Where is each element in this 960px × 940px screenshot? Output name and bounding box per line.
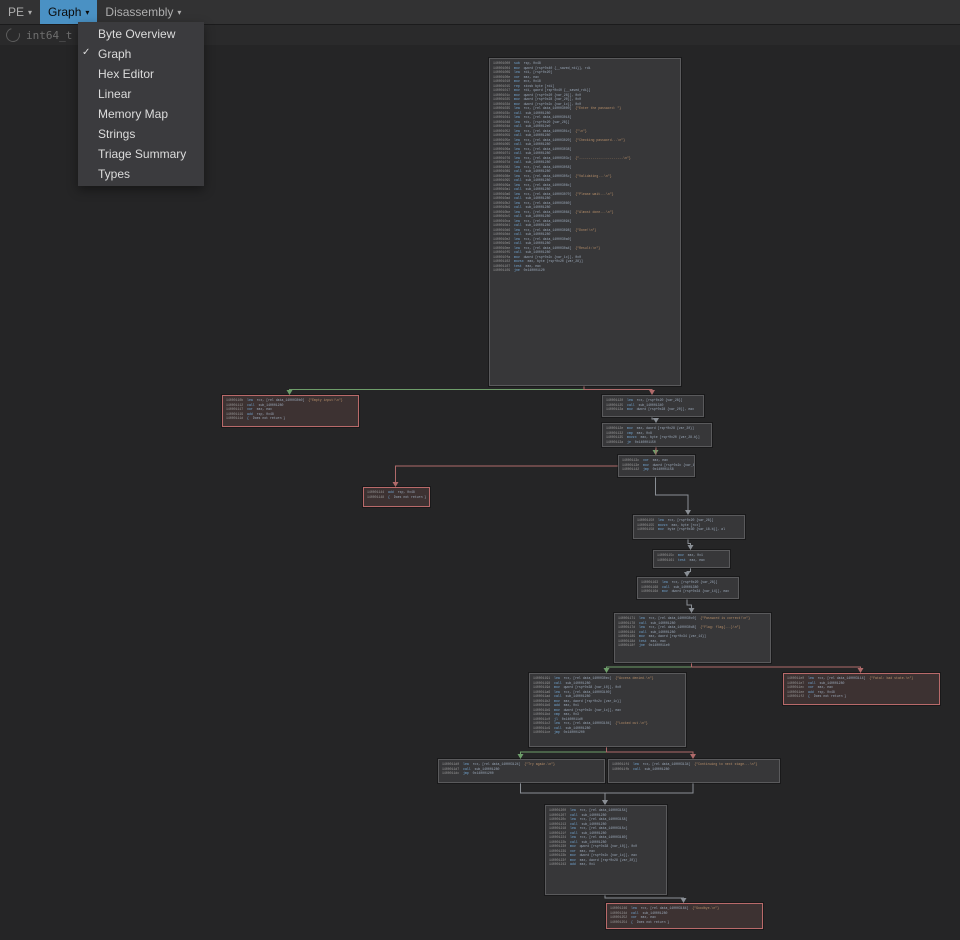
view-dropdown: Byte OverviewGraphHex EditorLinearMemory… (78, 22, 204, 186)
basic-block-code: 14000112e mov eax, dword [rsp+0x28 {var_… (603, 424, 711, 446)
view-menu-item-linear[interactable]: Linear (78, 84, 204, 104)
view-menu-item-triage-summary[interactable]: Triage Summary (78, 144, 204, 164)
basic-block-n0[interactable]: 140001000 sub rsp, 0x48 140001004 mov qw… (489, 58, 681, 386)
basic-block-n12[interactable]: 1400011d0 lea rcx, [rel data_140003124] … (438, 759, 605, 783)
chevron-down-icon: ▾ (28, 8, 32, 17)
chevron-down-icon: ▾ (85, 8, 89, 17)
basic-block-n5[interactable]: 140001144 add rsp, 0x48 140001148 { Does… (363, 487, 430, 507)
basic-block-code: 140001120 lea rcx, [rsp+0x20 {var_28}] 1… (603, 396, 703, 414)
basic-block-code: 14000110b lea rcx, [rel data_1400030b0] … (223, 396, 358, 423)
basic-block-n6[interactable]: 140001150 lea rcx, [rsp+0x20 {var_28}] 1… (633, 515, 745, 539)
basic-block-code: 140001150 lea rcx, [rsp+0x20 {var_28}] 1… (634, 516, 744, 534)
basic-block-n1[interactable]: 14000110b lea rcx, [rel data_1400030b0] … (222, 395, 359, 427)
basic-block-code: 14000115c mov eax, 0x1 140001161 test ea… (654, 551, 729, 564)
basic-block-n10[interactable]: 140001191 lea rcx, [rel data_1400030ec] … (529, 673, 686, 747)
basic-block-n13[interactable]: 1400011f4 lea rcx, [rel data_140003134] … (608, 759, 780, 783)
view-menu-item-types[interactable]: Types (78, 164, 204, 184)
basic-block-code: 1400011e0 lea rcx, [rel data_140003114] … (784, 674, 939, 701)
basic-block-code: 140001144 add rsp, 0x48 140001148 { Does… (364, 488, 429, 501)
basic-block-code: 140001200 lea rcx, [rel data_140003154] … (546, 806, 666, 869)
basic-block-code: 140001246 lea rcx, [rel data_140003164] … (607, 904, 762, 926)
tab-disassembly[interactable]: Disassembly ▾ (97, 0, 189, 24)
view-menu-item-byte-overview[interactable]: Byte Overview (78, 24, 204, 44)
basic-block-n7[interactable]: 14000115c mov eax, 0x1 140001161 test ea… (653, 550, 730, 568)
basic-block-n15[interactable]: 140001246 lea rcx, [rel data_140003164] … (606, 903, 763, 929)
basic-block-code: 1400011f4 lea rcx, [rel data_140003134] … (609, 760, 779, 773)
tab-label: Graph (48, 5, 81, 19)
tab-graph[interactable]: Graph ▾ (40, 0, 97, 24)
basic-block-n14[interactable]: 140001200 lea rcx, [rel data_140003154] … (545, 805, 667, 895)
basic-block-code: 140001191 lea rcx, [rel data_1400030ec] … (530, 674, 685, 737)
chevron-down-icon: ▾ (177, 8, 181, 17)
basic-block-n2[interactable]: 140001120 lea rcx, [rsp+0x20 {var_28}] 1… (602, 395, 704, 417)
basic-block-n3[interactable]: 14000112e mov eax, dword [rsp+0x28 {var_… (602, 423, 712, 447)
basic-block-n4[interactable]: 14000113c xor eax, eax 14000113e mov dwo… (618, 455, 695, 477)
basic-block-code: 140001163 lea rcx, [rsp+0x20 {var_28}] 1… (638, 578, 738, 596)
basic-block-code: 140001171 lea rcx, [rel data_1400030c0] … (615, 614, 770, 650)
basic-block-n11[interactable]: 1400011e0 lea rcx, [rel data_140003114] … (783, 673, 940, 705)
tab-pe[interactable]: PE ▾ (0, 0, 40, 24)
basic-block-code: 1400011d0 lea rcx, [rel data_140003124] … (439, 760, 604, 778)
basic-block-n8[interactable]: 140001163 lea rcx, [rsp+0x20 {var_28}] 1… (637, 577, 739, 599)
basic-block-code: 14000113c xor eax, eax 14000113e mov dwo… (619, 456, 694, 474)
basic-block-n9[interactable]: 140001171 lea rcx, [rel data_1400030c0] … (614, 613, 771, 663)
refresh-icon[interactable] (3, 25, 22, 44)
function-signature[interactable]: int64_t (26, 29, 72, 42)
tab-label: PE (8, 5, 24, 19)
view-menu-item-memory-map[interactable]: Memory Map (78, 104, 204, 124)
view-menu-item-graph[interactable]: Graph (78, 44, 204, 64)
basic-block-code: 140001000 sub rsp, 0x48 140001004 mov qw… (490, 59, 680, 275)
view-menu-item-strings[interactable]: Strings (78, 124, 204, 144)
tab-label: Disassembly (105, 5, 173, 19)
view-menu-item-hex-editor[interactable]: Hex Editor (78, 64, 204, 84)
